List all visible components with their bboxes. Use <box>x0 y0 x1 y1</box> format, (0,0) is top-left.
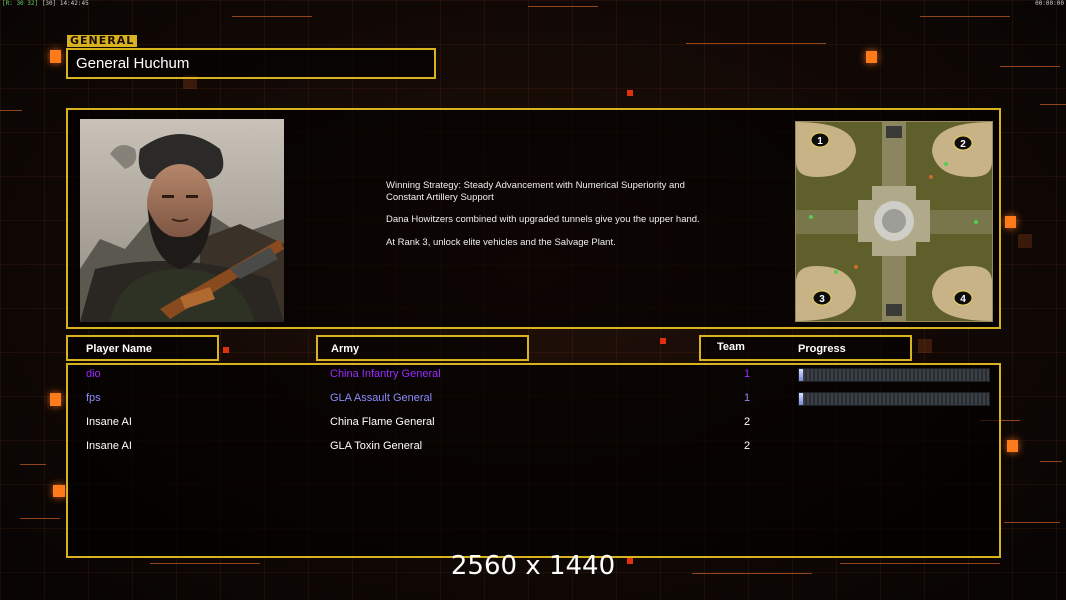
player-name: fps <box>86 392 101 404</box>
army-header-label: Army <box>331 343 360 355</box>
deco-square <box>1007 440 1018 452</box>
deco-square <box>627 90 633 96</box>
deco-line <box>20 464 46 465</box>
general-name: General Huchum <box>76 55 190 72</box>
fps-counter: [R: 30 32] <box>2 0 39 7</box>
clock-left: 14:42:45 <box>59 0 89 7</box>
player-army: GLA Assault General <box>330 392 433 404</box>
resolution-label: 2560 x 1440 <box>450 551 616 581</box>
player-list: dio China Infantry General 1 fps GLA Ass… <box>66 363 1001 558</box>
progress-bar <box>798 368 990 382</box>
start-position-marker: 4 <box>953 290 973 306</box>
player-name: Insane AI <box>86 416 132 428</box>
player-team: 1 <box>744 368 751 380</box>
deco-line <box>0 110 22 111</box>
deco-line <box>1040 104 1066 105</box>
deco-square <box>50 393 61 406</box>
player-row: dio China Infantry General 1 <box>68 365 999 387</box>
deco-line <box>1004 522 1060 523</box>
deco-square <box>223 347 229 353</box>
desert-map-preview: 1 2 3 4 <box>795 121 993 322</box>
start-position-marker: 3 <box>812 290 832 306</box>
general-section-tag: GENERAL <box>67 35 138 47</box>
progress-bar <box>798 392 990 406</box>
progress-header-label: Progress <box>798 343 846 355</box>
player-team: 2 <box>744 440 751 452</box>
deco-square <box>1018 234 1032 248</box>
deco-line <box>232 16 312 17</box>
player-row: Insane AI GLA Toxin General 2 <box>68 437 999 459</box>
player-army: GLA Toxin General <box>330 440 423 452</box>
strategy-line: Dana Howitzers combined with upgraded tu… <box>386 214 700 225</box>
player-name-header-label: Player Name <box>86 343 153 355</box>
team-header-label: Team <box>717 341 745 353</box>
deco-square <box>918 339 932 353</box>
player-row: Insane AI China Flame General 2 <box>68 413 999 435</box>
deco-line <box>686 43 826 44</box>
deco-square <box>866 51 877 63</box>
player-row: fps GLA Assault General 1 <box>68 389 999 411</box>
deco-line <box>20 518 60 519</box>
debug-overlay: [R: 30 32] [30] 14:42:45 <box>2 0 89 7</box>
player-name-header[interactable]: Player Name <box>66 335 219 361</box>
strategy-line: Winning Strategy: Steady Advancement wit… <box>386 180 685 203</box>
deco-square <box>1005 216 1016 228</box>
start-position-1: 1 <box>817 136 823 147</box>
guerrilla-general-portrait <box>80 119 284 322</box>
deco-line <box>528 6 598 7</box>
player-name: Insane AI <box>86 440 132 452</box>
deco-square <box>50 50 61 63</box>
strategy-text: Winning Strategy: Steady Advancement wit… <box>386 180 706 259</box>
deco-square <box>53 485 65 497</box>
progress-fill <box>799 393 803 405</box>
general-name-box: General Huchum <box>66 48 436 79</box>
player-army: China Flame General <box>330 416 435 428</box>
deco-square <box>660 338 666 344</box>
team-progress-header[interactable]: Team Progress <box>699 335 912 361</box>
start-position-3: 3 <box>819 294 825 305</box>
start-position-marker: 2 <box>953 135 973 151</box>
player-army: China Infantry General <box>330 368 441 380</box>
deco-line <box>1040 461 1062 462</box>
deco-line <box>1000 66 1060 67</box>
start-position-4: 4 <box>960 294 966 305</box>
player-name: dio <box>86 368 101 380</box>
start-position-marker: 1 <box>810 132 830 148</box>
general-info-panel: Winning Strategy: Steady Advancement wit… <box>66 108 1001 329</box>
army-header[interactable]: Army <box>316 335 529 361</box>
player-team: 2 <box>744 416 751 428</box>
frame-info: [30] <box>41 0 57 7</box>
strategy-line: At Rank 3, unlock elite vehicles and the… <box>386 236 616 248</box>
deco-line <box>920 16 1010 17</box>
start-position-2: 2 <box>960 139 966 150</box>
clock-right: 00:00:00 <box>1035 0 1064 7</box>
player-team: 1 <box>744 392 751 404</box>
progress-fill <box>799 369 803 381</box>
